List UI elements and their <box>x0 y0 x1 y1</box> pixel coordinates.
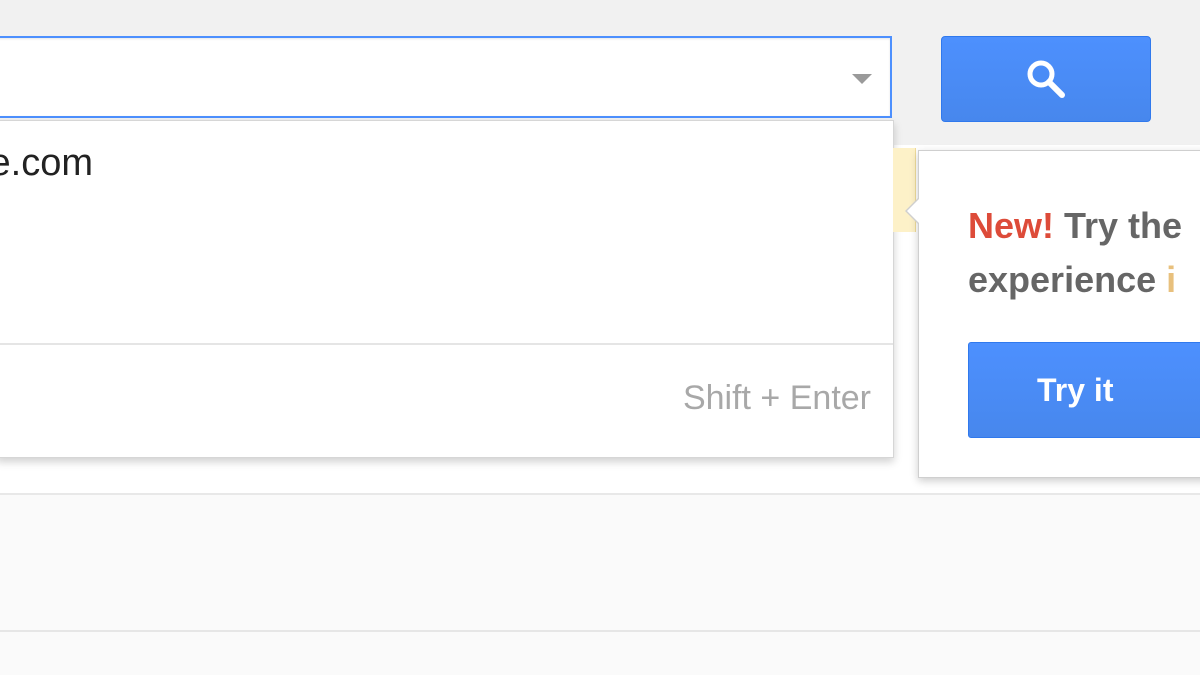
search-input[interactable] <box>0 38 838 116</box>
try-it-button[interactable]: Try it <box>968 342 1200 438</box>
callout-pointer <box>905 197 920 225</box>
new-badge-text: New! <box>968 205 1055 246</box>
suggestion-item[interactable]: e.com <box>0 135 887 191</box>
promo-line-2: experience i <box>968 253 1200 307</box>
promo-line-2-tail: i <box>1156 259 1177 300</box>
promo-line-2-text: experience <box>968 259 1157 300</box>
suggestion-text: e.com <box>0 142 93 184</box>
promo-line-1: New! Try the <box>968 199 1200 253</box>
search-box[interactable] <box>0 36 892 118</box>
chevron-down-icon[interactable] <box>852 74 872 84</box>
promo-callout: New! Try the experience i Try it <box>905 150 1200 478</box>
autocomplete-dropdown: e.com Shift + Enter <box>0 120 894 458</box>
shortcut-hint: Shift + Enter <box>682 379 871 417</box>
dropdown-divider <box>0 343 893 345</box>
promo-message: New! Try the experience i <box>968 199 1200 307</box>
search-icon <box>1027 60 1065 98</box>
promo-line-1-text: Try the <box>1054 205 1183 246</box>
section-divider <box>0 630 1200 632</box>
search-button[interactable] <box>941 36 1151 122</box>
